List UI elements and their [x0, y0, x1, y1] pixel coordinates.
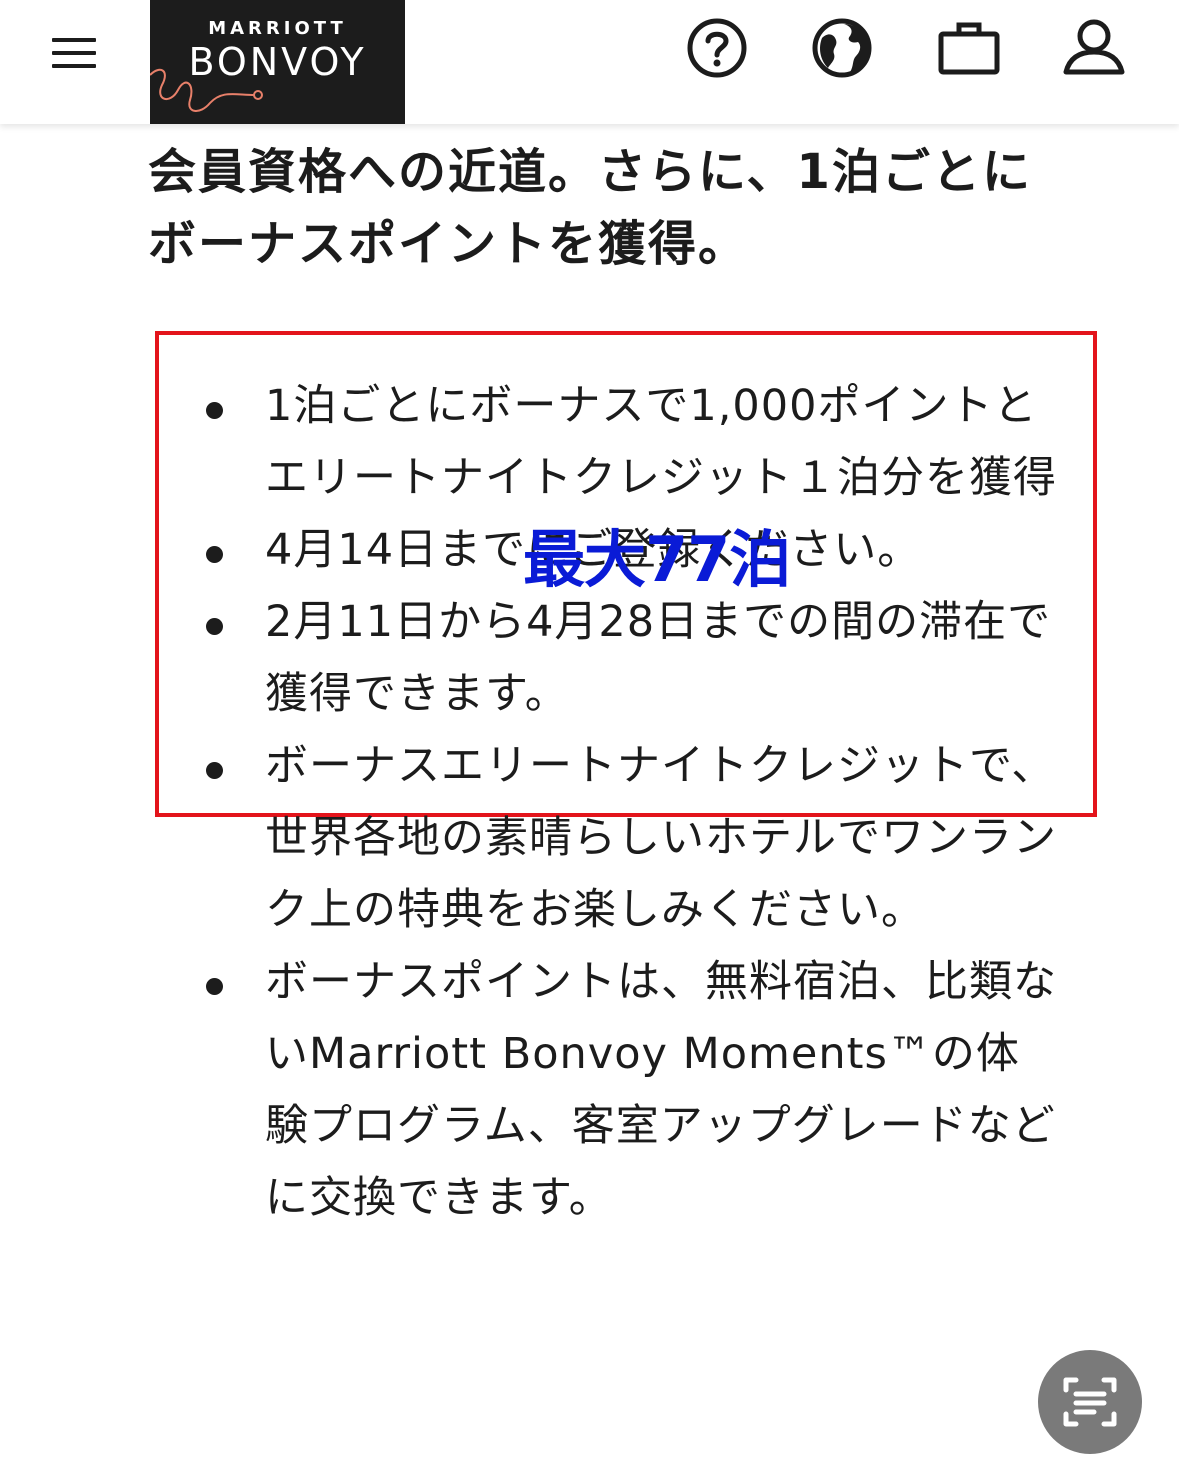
user-icon[interactable]: [1062, 16, 1126, 80]
briefcase-icon[interactable]: [937, 16, 1001, 80]
list-item: ボーナスポイントは、無料宿泊、比類ないMarriott Bonvoy Momen…: [200, 946, 1060, 1234]
list-item: ボーナスエリートナイトクレジットで、世界各地の素晴らしいホテルでワンランク上の特…: [200, 730, 1060, 946]
max-nights-annotation: 最大77泊: [523, 523, 791, 596]
logo-squiggle-decoration: [150, 68, 263, 112]
list-item: 1泊ごとにボーナスで1,000ポイントとエリートナイトクレジット１泊分を獲得: [200, 370, 1060, 514]
list-item: 2月11日から4月28日までの間の滞在で獲得できます。: [200, 586, 1060, 730]
page-heading: 会員資格への近道。さらに、1泊ごとにボーナスポイントを獲得。: [148, 144, 1032, 272]
top-navigation-bar: MARRIOTT BONVOY: [0, 0, 1179, 124]
logo-wordmark-top: MARRIOTT: [208, 18, 347, 39]
menu-icon[interactable]: [52, 36, 98, 70]
globe-icon[interactable]: [810, 16, 874, 80]
scan-text-icon[interactable]: [1038, 1350, 1142, 1454]
marriott-bonvoy-logo[interactable]: MARRIOTT BONVOY: [150, 0, 405, 124]
question-circle-icon[interactable]: [685, 16, 749, 80]
benefits-list: 1泊ごとにボーナスで1,000ポイントとエリートナイトクレジット１泊分を獲得 4…: [200, 370, 1060, 1234]
